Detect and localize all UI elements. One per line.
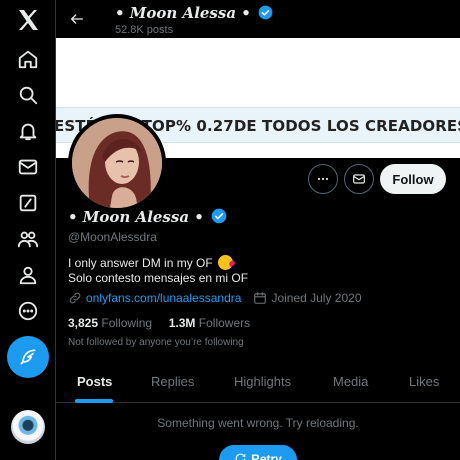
link-icon [69, 292, 81, 304]
more-dots-icon [317, 177, 329, 181]
follow-stats: 3,825 Following 1.3M Followers [68, 316, 250, 330]
verified-badge-icon [258, 5, 273, 20]
more-options-button[interactable] [308, 164, 338, 194]
header-post-count: 52.8K posts [115, 24, 174, 36]
messages-envelope-icon[interactable] [8, 151, 48, 183]
active-tab-indicator [75, 399, 113, 403]
x-logo-icon[interactable] [8, 4, 48, 36]
retry-button[interactable]: Retry [219, 445, 297, 460]
grok-icon[interactable] [8, 187, 48, 219]
profile-bio: I only answer DM in my OF Solo contesto … [68, 255, 249, 285]
joined-date: Joined July 2020 [253, 291, 362, 305]
profile-header-bar: • Moon Alessa • 52.8K posts [56, 0, 460, 38]
tab-likes[interactable]: Likes [409, 374, 439, 389]
following-stat[interactable]: 3,825 Following [68, 316, 152, 330]
home-icon[interactable] [8, 43, 48, 75]
tab-posts[interactable]: Posts [77, 374, 112, 389]
notifications-bell-icon[interactable] [8, 115, 48, 147]
profile-handle: @MoonAlessdra [68, 230, 157, 244]
header-display-name: • Moon Alessa • [115, 4, 273, 22]
search-icon[interactable] [8, 79, 48, 111]
profile-page: ESTÉ… EL TOP% 0.27DE TODOS LOS CREADORES… [56, 0, 460, 460]
communities-icon[interactable] [8, 223, 48, 255]
account-avatar[interactable] [11, 410, 45, 444]
compose-post-button[interactable] [7, 336, 49, 378]
left-navigation [0, 0, 56, 460]
kissing-face-emoji-icon [218, 255, 234, 270]
tab-replies[interactable]: Replies [151, 374, 194, 389]
tab-highlights[interactable]: Highlights [234, 374, 291, 389]
profile-avatar[interactable] [68, 114, 166, 212]
feather-compose-icon [20, 349, 36, 365]
message-button[interactable] [344, 164, 374, 194]
calendar-icon [254, 292, 267, 304]
tab-media[interactable]: Media [333, 374, 368, 389]
avatar-photo [72, 118, 162, 208]
more-circle-icon[interactable] [8, 295, 48, 327]
back-arrow-icon [71, 14, 83, 24]
profile-website-link[interactable]: onlyfans.com/lunaalessandra [86, 291, 241, 305]
profile-meta: onlyfans.com/lunaalessandra Joined July … [68, 291, 362, 305]
feed-error-message: Something went wrong. Try reloading. [157, 416, 359, 430]
followers-stat[interactable]: 1.3M Followers [169, 316, 250, 330]
envelope-icon [353, 174, 365, 184]
refresh-icon [235, 453, 246, 460]
profile-icon[interactable] [8, 259, 48, 291]
profile-tabs: Posts Replies Highlights Media Likes [56, 363, 460, 403]
profile-display-name: • Moon Alessa • [68, 208, 227, 226]
back-button[interactable] [66, 8, 88, 30]
not-followed-notice: Not followed by anyone you’re following [68, 337, 244, 348]
follow-button[interactable]: Follow [380, 164, 446, 194]
verified-badge-icon [211, 208, 227, 224]
